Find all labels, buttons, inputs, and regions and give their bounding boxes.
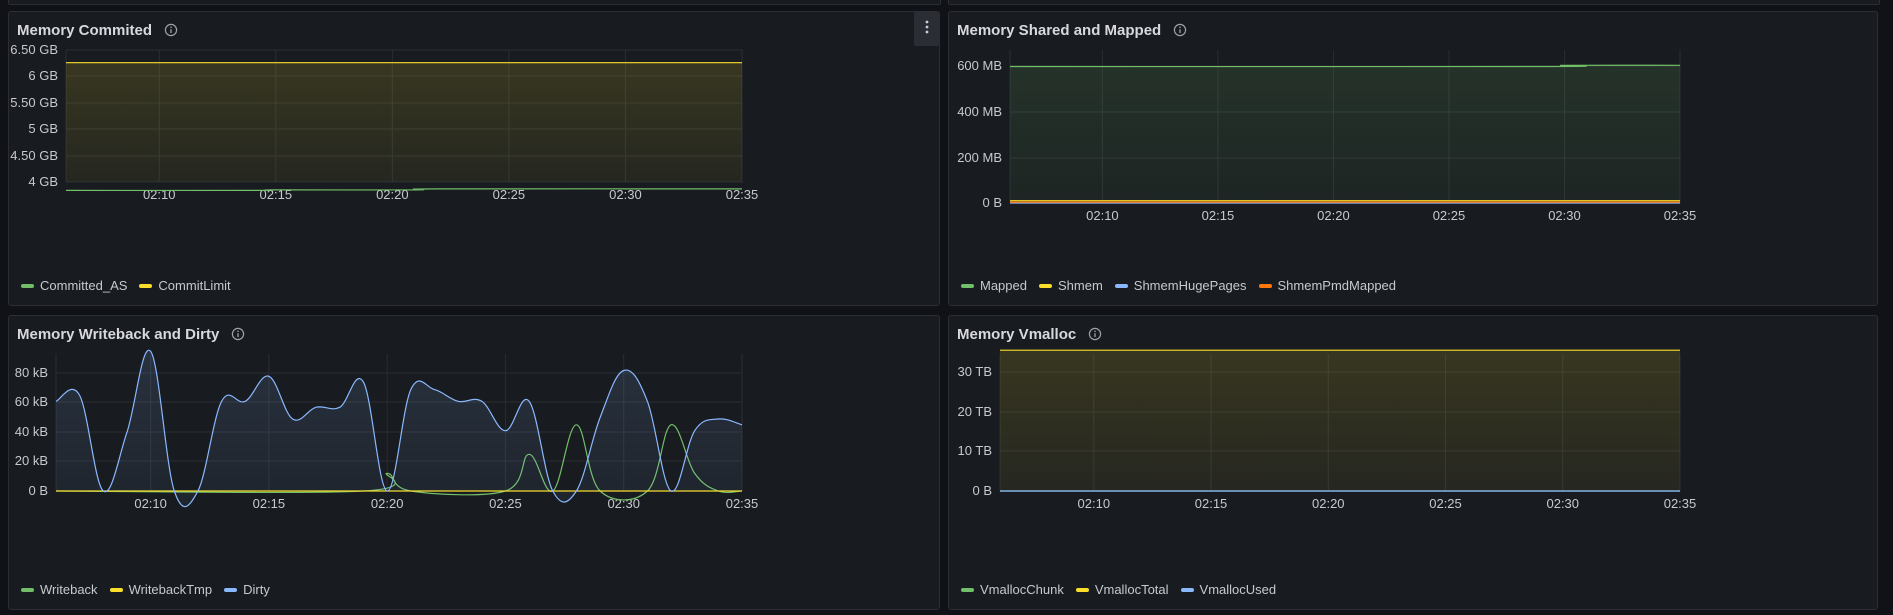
legend-item-shmempmdmapped[interactable]: ShmemPmdMapped [1258,278,1397,293]
y-tick-label: 4 GB [28,174,58,189]
legend-swatch [21,587,34,592]
legend-item-writebacktmp[interactable]: WritebackTmp [109,582,213,597]
chart-memory-writeback-dirty[interactable]: 0 B 20 kB 40 kB 60 kB 80 kB 02:10 02:15 02:20 02… [9,316,940,610]
x-tick-label: 02:25 [489,496,522,511]
legend-swatch [109,587,123,592]
panel-memory-shared-mapped[interactable]: Memory Shared and Mapped 0 B 200 MB 400 MB… [948,11,1878,306]
x-tick-label: 02:25 [1433,208,1466,223]
legend-swatch [961,283,974,288]
x-tick-label: 02:20 [376,187,409,202]
y-tick-label: 4.50 GB [10,148,58,163]
series-area-vmalloctotal [1000,350,1680,491]
legend-label: VmallocTotal [1094,582,1169,597]
legend-item-commitlimit[interactable]: CommitLimit [139,278,231,293]
legend-swatch [21,283,34,288]
chart-memory-vmalloc[interactable]: 0 B 10 TB 20 TB 30 TB 02:10 02:15 02:20 02:25 02… [949,316,1878,610]
legend-swatch [1038,283,1052,288]
y-tick-label: 30 TB [958,364,992,379]
legend-label: ShmemPmdMapped [1277,278,1397,293]
legend-item-vmallocchunk[interactable]: VmallocChunk [961,582,1064,597]
legend: VmallocChunk VmallocTotal VmallocUsed [961,582,1276,597]
legend-swatch [224,587,238,592]
y-tick-label: 0 B [982,195,1002,210]
legend-item-mapped[interactable]: Mapped [961,278,1027,293]
x-tick-label: 02:15 [253,496,286,511]
y-tick-label: 400 MB [957,104,1002,119]
y-tick-label: 6.50 GB [10,42,58,57]
legend: Writeback WritebackTmp Dirty [21,582,270,597]
x-tick-label: 02:35 [1664,208,1697,223]
x-tick-label: 02:10 [143,187,176,202]
x-tick-label: 02:35 [726,496,759,511]
x-tick-label: 02:20 [1317,208,1350,223]
legend-item-shmemhugepages[interactable]: ShmemHugePages [1114,278,1247,293]
legend-label: VmallocUsed [1199,582,1277,597]
legend-label: Dirty [243,582,270,597]
y-tick-label: 0 B [972,483,992,498]
panel-memory-writeback-dirty[interactable]: Memory Writeback and Dirty 0 B 20 kB 40 kB… [8,315,940,610]
legend: Committed_AS CommitLimit [21,278,231,293]
x-tick-label: 02:10 [134,496,167,511]
legend-swatch [1114,283,1128,288]
chart-memory-committed[interactable]: 4 GB 4.50 GB 5 GB 5.50 GB 6 GB 6.50 GB 02:10 02… [9,12,940,306]
chart-memory-shared-mapped[interactable]: 0 B 200 MB 400 MB 600 MB 02:10 02:15 02:20 02:2… [949,12,1878,306]
x-tick-label: 02:30 [1548,208,1581,223]
y-tick-label: 600 MB [957,58,1002,73]
legend-label: Committed_AS [40,278,128,293]
y-tick-label: 60 kB [15,394,48,409]
legend-label: Writeback [40,582,98,597]
y-tick-label: 20 kB [15,453,48,468]
x-tick-label: 02:35 [1664,496,1697,511]
legend-swatch [961,587,974,592]
x-tick-label: 02:25 [1429,496,1462,511]
x-tick-label: 02:15 [1195,496,1228,511]
legend-item-shmem[interactable]: Shmem [1038,278,1103,293]
legend-label: ShmemHugePages [1133,278,1247,293]
previous-panel-edge-left [8,0,941,5]
legend-label: Mapped [980,278,1027,293]
legend-swatch [139,283,153,288]
y-tick-label: 200 MB [957,150,1002,165]
x-tick-label: 02:30 [1546,496,1579,511]
legend: Mapped Shmem ShmemHugePages ShmemPmdMapped [961,278,1396,293]
y-tick-label: 5 GB [28,121,58,136]
legend-swatch [1075,587,1089,592]
y-tick-label: 40 kB [15,424,48,439]
panel-memory-vmalloc[interactable]: Memory Vmalloc 0 B 10 TB 20 TB 30 TB 02:10 02… [948,315,1878,610]
panel-memory-committed[interactable]: Memory Commited 4 GB 4.50 GB 5 GB 5.50 GB 6 … [8,11,940,306]
x-tick-label: 02:10 [1078,496,1111,511]
legend-label: Shmem [1057,278,1103,293]
y-tick-label: 80 kB [15,365,48,380]
series-area-dirty [56,350,742,507]
y-tick-label: 20 TB [958,404,992,419]
previous-panel-edge-right [948,0,1880,5]
legend-swatch [1180,587,1194,592]
legend-label: WritebackTmp [128,582,213,597]
y-tick-label: 10 TB [958,443,992,458]
x-tick-label: 02:20 [371,496,404,511]
legend-swatch [1258,283,1272,288]
x-tick-label: 02:20 [1312,496,1345,511]
legend-item-vmallocused[interactable]: VmallocUsed [1180,582,1277,597]
x-tick-label: 02:15 [1202,208,1235,223]
y-tick-label: 6 GB [28,68,58,83]
legend-label: CommitLimit [158,278,231,293]
legend-item-dirty[interactable]: Dirty [224,582,270,597]
series-area-commitlimit [66,62,742,183]
x-tick-label: 02:10 [1086,208,1119,223]
x-tick-label: 02:15 [260,187,293,202]
y-tick-label: 0 B [28,483,48,498]
y-tick-label: 5.50 GB [10,95,58,110]
series-area-mapped [1010,65,1680,203]
legend-item-vmalloctotal[interactable]: VmallocTotal [1075,582,1169,597]
legend-label: VmallocChunk [980,582,1064,597]
legend-item-committed_as[interactable]: Committed_AS [21,278,127,293]
legend-item-writeback[interactable]: Writeback [21,582,98,597]
